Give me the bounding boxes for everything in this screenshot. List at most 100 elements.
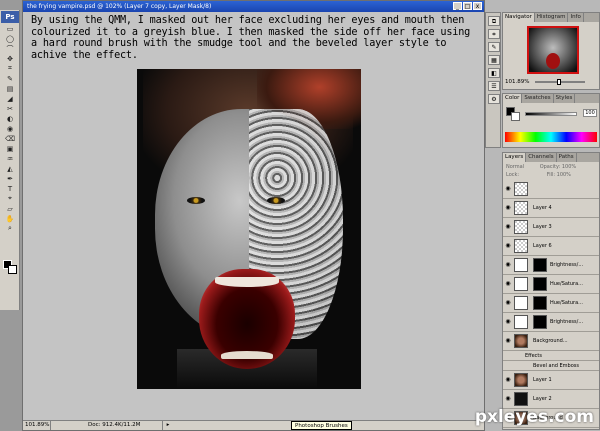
tool-button[interactable]: ⌫ <box>2 134 18 143</box>
photoshop-workspace: Ps ▭ ◯ ⌒ ✥ ⌗ ✎ ▤ ◢ ✂ ◐ ◉ ⌫ ▣ ♒ ◭ ✒ T ⌖ ▱ ✋ ⌕ the frying vamp… <box>0 0 600 431</box>
layer-mask-thumbnail[interactable] <box>533 296 547 310</box>
lower-teeth <box>221 351 273 359</box>
tool-button[interactable]: ▤ <box>2 84 18 93</box>
visibility-eye-icon[interactable]: ◉ <box>504 376 512 384</box>
tab-paths[interactable]: Paths <box>557 153 577 162</box>
layer-effect-row[interactable]: Effects <box>503 351 599 361</box>
layer-name: Layer 6 <box>533 243 552 249</box>
layer-row[interactable]: ◉ Hue/Satura... <box>503 275 599 294</box>
tool-button[interactable]: ▱ <box>2 204 18 213</box>
navigator-panel: Navigator Histogram Info 101.89% <box>502 12 600 90</box>
tool-button[interactable]: ⌕ <box>2 224 18 233</box>
layer-mask-thumbnail[interactable] <box>533 277 547 291</box>
blend-mode-select[interactable]: Normal <box>506 164 524 170</box>
status-menu-arrow-icon[interactable]: ▸ <box>163 421 173 430</box>
document-canvas[interactable]: By using the QMM, I masked out her face … <box>23 12 484 420</box>
maximize-button[interactable]: □ <box>463 2 472 10</box>
visibility-eye-icon[interactable]: ◉ <box>504 318 512 326</box>
vampire-photo[interactable] <box>137 69 361 389</box>
tool-button[interactable]: ▣ <box>2 144 18 153</box>
visibility-eye-icon[interactable]: ◉ <box>504 280 512 288</box>
layer-effect-row[interactable]: Bevel and Emboss <box>503 361 599 371</box>
tool-button[interactable]: ✥ <box>2 54 18 63</box>
tab-navigator[interactable]: Navigator <box>503 13 535 22</box>
visibility-eye-icon[interactable]: ◉ <box>504 337 512 345</box>
tooltip-hint: Photoshop Brushes <box>291 421 352 430</box>
layer-mask-thumbnail[interactable] <box>533 258 547 272</box>
site-watermark: pxleyes.com <box>474 407 594 427</box>
tool-button[interactable]: ♒ <box>2 154 18 163</box>
tool-button[interactable]: ✒ <box>2 174 18 183</box>
visibility-eye-icon[interactable]: ◉ <box>504 223 512 231</box>
tab-info[interactable]: Info <box>568 13 584 22</box>
tab-layers[interactable]: Layers <box>503 153 527 162</box>
layer-row[interactable]: ◉ Brightness/... <box>503 313 599 332</box>
visibility-eye-icon[interactable]: ◉ <box>504 242 512 250</box>
color-panel: Color Swatches Styles 100 <box>502 93 600 148</box>
history-icon[interactable]: ▦ <box>488 55 500 65</box>
visibility-eye-icon[interactable]: ◉ <box>504 395 512 403</box>
navigator-zoom-field[interactable]: 101.89% <box>505 79 529 85</box>
layer-row[interactable]: ◉ Background... <box>503 332 599 351</box>
opacity-field[interactable]: Opacity: 100% <box>540 164 576 170</box>
tool-button[interactable]: ✋ <box>2 214 18 223</box>
tool-button[interactable]: ⌒ <box>2 44 18 53</box>
k-value-field[interactable]: 100 <box>583 109 597 117</box>
tool-button[interactable]: ✎ <box>2 74 18 83</box>
tool-button[interactable]: ⌖ <box>2 194 18 203</box>
document-title: the frying vampire.psd @ 102% (Layer 7 c… <box>27 3 212 10</box>
tool-button[interactable]: ◯ <box>2 34 18 43</box>
tab-swatches[interactable]: Swatches <box>522 94 554 103</box>
brushes-icon[interactable]: ⧉ <box>488 16 500 26</box>
layer-row[interactable]: ◉ Hue/Satura... <box>503 294 599 313</box>
visibility-eye-icon[interactable]: ◉ <box>504 204 512 212</box>
zoom-slider-knob[interactable] <box>557 79 561 85</box>
tool-button[interactable]: ⌗ <box>2 64 18 73</box>
tab-color[interactable]: Color <box>503 94 523 103</box>
layer-row[interactable]: ◉ Layer 6 <box>503 237 599 256</box>
tool-button[interactable]: T <box>2 184 18 193</box>
left-eye <box>187 197 205 204</box>
layers-tabs: Layers Channels Paths <box>503 153 599 162</box>
tool-button[interactable]: ◢ <box>2 94 18 103</box>
tab-channels[interactable]: Channels <box>526 153 557 162</box>
layer-thumbnail <box>514 239 528 253</box>
tab-styles[interactable]: Styles <box>554 94 576 103</box>
clone-source-icon[interactable]: ✎ <box>488 42 500 52</box>
tool-button[interactable]: ◐ <box>2 114 18 123</box>
layer-thumbnail <box>514 334 528 348</box>
minimize-button[interactable]: _ <box>453 2 462 10</box>
color-spectrum-bar[interactable] <box>505 132 597 142</box>
background-color-swatch[interactable] <box>8 265 17 274</box>
photoshop-logo[interactable]: Ps <box>1 11 19 23</box>
layer-row[interactable]: ◉ <box>503 180 599 199</box>
tool-button[interactable]: ◉ <box>2 124 18 133</box>
actions-icon[interactable]: ◧ <box>488 68 500 78</box>
layer-mask-thumbnail[interactable] <box>533 315 547 329</box>
tool-button[interactable]: ▭ <box>2 24 18 33</box>
layer-comps-icon[interactable]: ☰ <box>488 81 500 91</box>
layer-row[interactable]: ◉ Brightness/... <box>503 256 599 275</box>
color-background-swatch[interactable] <box>511 112 520 121</box>
layer-row[interactable]: ◉ Layer 3 <box>503 218 599 237</box>
tab-histogram[interactable]: Histogram <box>535 13 569 22</box>
layer-row[interactable]: ◉ Layer 1 <box>503 371 599 390</box>
close-button[interactable]: x <box>473 2 482 10</box>
tool-button[interactable]: ✂ <box>2 104 18 113</box>
layers-panel: Layers Channels Paths Normal Opacity: 10… <box>502 152 600 430</box>
k-slider[interactable] <box>525 112 577 116</box>
visibility-eye-icon[interactable]: ◉ <box>504 299 512 307</box>
tool-button[interactable]: ◭ <box>2 164 18 173</box>
layer-list: ◉ ◉ Layer 4 ◉ Layer 3 ◉ Layer 6 ◉ Brightness/...… <box>503 180 599 428</box>
navigator-zoom-slider[interactable] <box>535 79 585 85</box>
settings-icon[interactable]: ⚙ <box>488 94 500 104</box>
layer-row[interactable]: ◉ Layer 4 <box>503 199 599 218</box>
visibility-eye-icon[interactable]: ◉ <box>504 185 512 193</box>
zoom-level-field[interactable]: 101.89% <box>23 421 51 430</box>
visibility-eye-icon[interactable]: ◉ <box>504 261 512 269</box>
document-title-bar[interactable]: the frying vampire.psd @ 102% (Layer 7 c… <box>23 1 484 12</box>
right-eye <box>267 197 285 204</box>
tutorial-caption: By using the QMM, I masked out her face … <box>31 15 471 61</box>
tool-presets-icon[interactable]: ⌗ <box>488 29 500 39</box>
fill-field[interactable]: Fill: 100% <box>547 172 571 178</box>
